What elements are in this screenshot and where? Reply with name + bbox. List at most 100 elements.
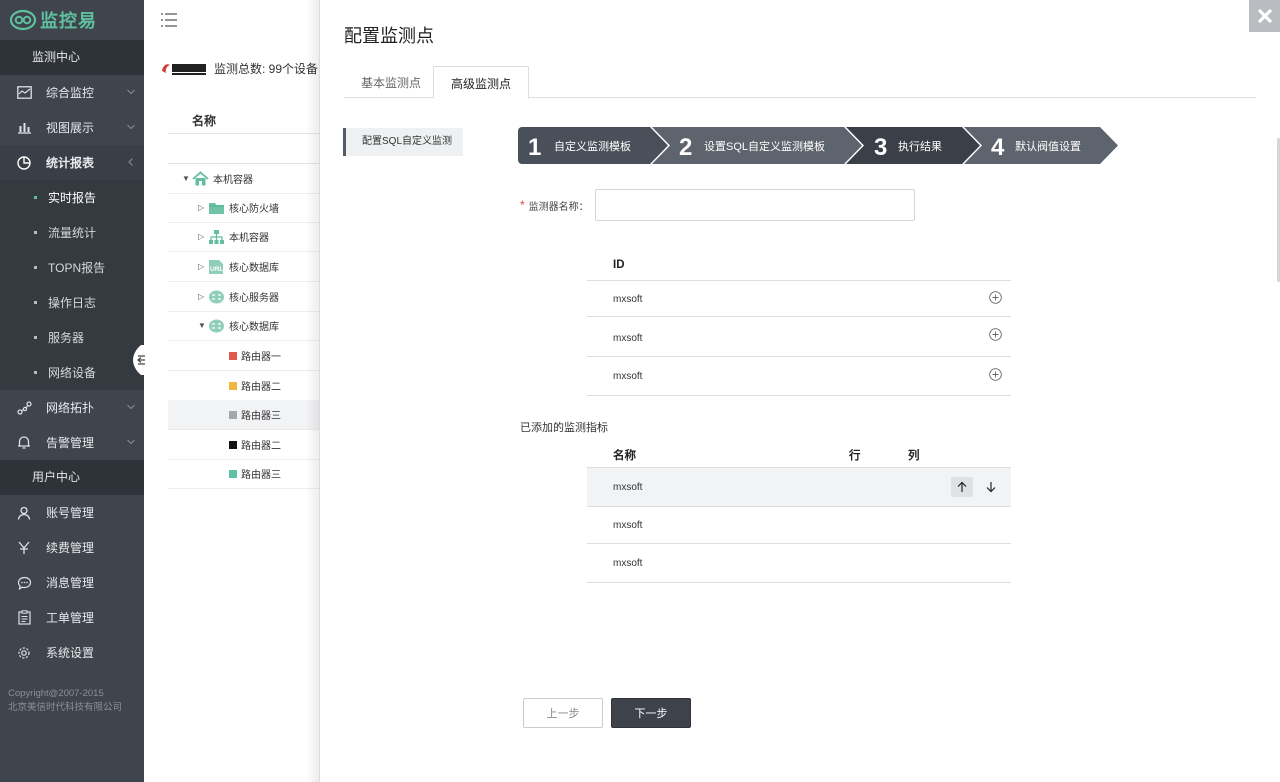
next-step-button[interactable]: 下一步 bbox=[611, 698, 691, 728]
sidebar-subitem-network-devices[interactable]: 网络设备 bbox=[0, 355, 144, 390]
tab-basic[interactable]: 基本监测点 bbox=[344, 66, 438, 99]
sidebar-subitem-label: 服务器 bbox=[48, 331, 85, 345]
url-icon: URL bbox=[209, 259, 223, 274]
copyright: Copyright@2007-2015 北京美信时代科技有限公司 bbox=[8, 687, 122, 715]
id-table-header: ID bbox=[587, 248, 1011, 281]
tree-row[interactable]: ▼ 本机容器 bbox=[168, 164, 328, 194]
status-square bbox=[229, 469, 237, 478]
added-table-header: 名称 行 列 bbox=[587, 436, 1011, 468]
arrow-down-icon bbox=[986, 482, 996, 493]
tree-toggle[interactable]: ▷ bbox=[198, 262, 208, 271]
add-circle-icon[interactable] bbox=[989, 328, 1002, 341]
side-menu-sql-custom[interactable]: 配置SQL自定义监测 bbox=[343, 128, 463, 156]
chevron-down-icon bbox=[127, 404, 135, 410]
sidebar-item-reports[interactable]: 统计报表 bbox=[0, 145, 144, 180]
folder-icon bbox=[209, 202, 224, 214]
move-down-button[interactable] bbox=[980, 477, 1002, 497]
step-2[interactable]: 2 设置SQL自定义监测模板 bbox=[652, 127, 862, 164]
yen-icon bbox=[16, 540, 32, 556]
top-bar bbox=[144, 0, 320, 40]
sidebar-item-views[interactable]: 视图展示 bbox=[0, 110, 144, 145]
copyright-company: 北京美信时代科技有限公司 bbox=[8, 702, 123, 713]
svg-text:3: 3 bbox=[874, 134, 887, 161]
sidebar-subitem-servers[interactable]: 服务器 bbox=[0, 320, 144, 355]
sidebar-item-accounts[interactable]: 账号管理 bbox=[0, 495, 144, 530]
svg-text:设置SQL自定义监测模板: 设置SQL自定义监测模板 bbox=[704, 139, 825, 153]
tree-toggle[interactable]: ▷ bbox=[198, 203, 208, 212]
sidebar-item-tickets[interactable]: 工单管理 bbox=[0, 600, 144, 635]
collapse-panel-icon[interactable] bbox=[133, 345, 147, 375]
sidebar-item-label: 工单管理 bbox=[46, 611, 95, 625]
close-button[interactable] bbox=[1249, 0, 1280, 32]
tree-row[interactable]: ▷ 核心服务器 bbox=[168, 282, 328, 312]
table-row[interactable]: mxsoft bbox=[587, 281, 1011, 317]
tree-toggle[interactable]: ▷ bbox=[198, 232, 208, 241]
tree-row[interactable]: 路由器二 bbox=[168, 430, 328, 460]
sidebar-subitem-label: 网络设备 bbox=[48, 366, 97, 380]
tree-toggle[interactable]: ▼ bbox=[182, 174, 192, 183]
network-icon bbox=[209, 229, 224, 244]
sidebar-subitem-topn[interactable]: TOPN报告 bbox=[0, 250, 144, 285]
step-3[interactable]: 3 执行结果 bbox=[846, 127, 980, 164]
step-4[interactable]: 4 默认阀值设置 bbox=[964, 127, 1118, 164]
sidebar-subitem-label: 流量统计 bbox=[48, 226, 97, 240]
id-cell: mxsoft bbox=[613, 371, 643, 382]
tab-advanced[interactable]: 高级监测点 bbox=[433, 66, 530, 99]
tree-row[interactable]: 路由器一 bbox=[168, 341, 328, 371]
table-row[interactable]: mxsoft bbox=[587, 507, 1011, 544]
table-row[interactable]: mxsoft bbox=[587, 357, 1011, 396]
app-logo[interactable]: 监控易 bbox=[0, 0, 144, 40]
tree-row[interactable]: 路由器二 bbox=[168, 371, 328, 401]
pie-chart-icon bbox=[16, 155, 32, 171]
id-cell: mxsoft bbox=[613, 333, 643, 344]
tree-row[interactable]: ▷ URL 核心数据库 bbox=[168, 252, 328, 282]
sidebar-item-alerts[interactable]: 告警管理 bbox=[0, 425, 144, 460]
added-metrics-label: 已添加的监测指标 bbox=[520, 422, 608, 434]
chevron-left-icon bbox=[128, 158, 133, 166]
menu-toggle-icon[interactable] bbox=[160, 12, 178, 28]
tree-toggle[interactable]: ▷ bbox=[198, 292, 208, 301]
chevron-down-icon bbox=[127, 89, 135, 95]
bullet-icon bbox=[34, 371, 37, 374]
sidebar-item-topology[interactable]: 网络拓扑 bbox=[0, 390, 144, 425]
tree-row[interactable]: 路由器三 bbox=[168, 400, 328, 430]
sidebar-subitem-realtime-report[interactable]: 实时报告 bbox=[0, 180, 144, 215]
tree-row[interactable]: ▼ 核心数据库 bbox=[168, 311, 328, 341]
tree-toggle[interactable]: ▼ bbox=[198, 321, 208, 330]
tree-row[interactable]: ▷ 核心防火墙 bbox=[168, 193, 328, 223]
tree-row[interactable]: 路由器三 bbox=[168, 459, 328, 489]
sidebar-item-overview[interactable]: 综合监控 bbox=[0, 75, 144, 110]
add-circle-icon[interactable] bbox=[989, 368, 1002, 381]
sidebar-item-messages[interactable]: 消息管理 bbox=[0, 565, 144, 600]
table-row[interactable]: mxsoft bbox=[587, 317, 1011, 357]
main-content: 监测总数: 99个设备的 名称 ▼ 本机容器 ▷ 核心防火墙 ▷ 本机容器 ▷ … bbox=[144, 0, 330, 782]
svg-text:URL: URL bbox=[210, 266, 223, 273]
metric-cell: mxsoft bbox=[613, 520, 643, 531]
prev-step-button[interactable]: 上一步 bbox=[523, 698, 603, 728]
tree-label: 核心服务器 bbox=[229, 293, 279, 304]
table-row[interactable]: mxsoft bbox=[587, 544, 1011, 583]
sidebar-item-label: 统计报表 bbox=[46, 156, 95, 170]
config-drawer: 配置监测点 基本监测点 高级监测点 配置SQL自定义监测 1 自定义监测模板 2… bbox=[319, 0, 1280, 782]
sidebar-item-settings[interactable]: 系统设置 bbox=[0, 635, 144, 670]
table-row[interactable]: mxsoft bbox=[587, 468, 1011, 507]
tree-label: 核心数据库 bbox=[229, 322, 279, 333]
sidebar-subitem-oplog[interactable]: 操作日志 bbox=[0, 285, 144, 320]
sidebar-item-label: 综合监控 bbox=[46, 86, 95, 100]
sidebar-item-label: 视图展示 bbox=[46, 121, 95, 135]
add-circle-icon[interactable] bbox=[989, 291, 1002, 304]
step-1[interactable]: 1 自定义监测模板 bbox=[518, 127, 668, 164]
monitor-summary: 监测总数: 99个设备的 bbox=[160, 60, 330, 77]
tree-label: 路由器二 bbox=[241, 382, 281, 393]
tree-row[interactable]: ▷ 本机容器 bbox=[168, 222, 328, 252]
clipboard-icon bbox=[16, 610, 32, 626]
svg-text:默认阀值设置: 默认阀值设置 bbox=[1015, 139, 1081, 153]
sidebar-subitem-label: 操作日志 bbox=[48, 296, 97, 310]
svg-text:自定义监测模板: 自定义监测模板 bbox=[554, 139, 631, 153]
sidebar-subitem-traffic[interactable]: 流量统计 bbox=[0, 215, 144, 250]
monitor-name-input[interactable] bbox=[594, 189, 915, 221]
sidebar-item-renewal[interactable]: 续费管理 bbox=[0, 530, 144, 565]
move-up-button[interactable] bbox=[951, 477, 973, 497]
bullet-icon bbox=[34, 336, 37, 339]
home-icon bbox=[192, 170, 209, 185]
